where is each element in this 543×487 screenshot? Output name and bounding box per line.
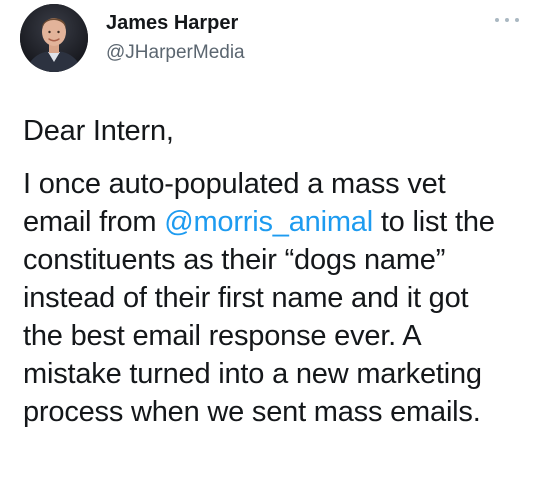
tweet-line: process when we sent mass emails.	[23, 396, 481, 428]
dot	[495, 18, 499, 22]
dot	[515, 18, 519, 22]
tweet-line: constituents as their “dogs name”	[23, 244, 446, 276]
profile-photo-icon	[20, 4, 88, 72]
tweet-line: mistake turned into a new marketing	[23, 358, 482, 390]
more-dots-icon[interactable]	[495, 14, 519, 26]
tweet-line: the best email response ever. A	[23, 320, 422, 352]
dot	[505, 18, 509, 22]
author-name[interactable]: James Harper	[106, 12, 238, 35]
tweet-line: instead of their first name and it got	[23, 282, 469, 314]
tweet-line: email from @morris_animal to list the	[23, 206, 495, 238]
mention-link[interactable]: @morris_animal	[164, 206, 373, 238]
tweet-greeting: Dear Intern,	[23, 115, 174, 147]
avatar[interactable]	[20, 4, 88, 72]
tweet-line: I once auto-populated a mass vet	[23, 168, 446, 200]
author-handle[interactable]: @JHarperMedia	[106, 42, 245, 64]
tweet-card: James Harper @JHarperMedia Dear Intern, …	[0, 0, 543, 487]
tweet-text: Dear Intern, I once auto-populated a mas…	[23, 112, 533, 431]
